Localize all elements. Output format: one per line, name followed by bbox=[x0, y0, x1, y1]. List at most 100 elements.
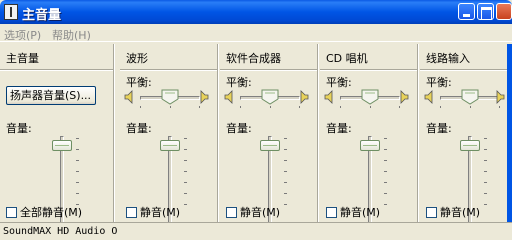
channel-master: 主音量 扬声器音量(S)... 音量: 全部静音(M) bbox=[0, 44, 114, 232]
slider-thumb[interactable] bbox=[52, 140, 72, 152]
speaker-right-icon bbox=[493, 90, 505, 104]
slider-thumb[interactable] bbox=[361, 89, 379, 105]
slider-thumb[interactable] bbox=[160, 140, 180, 152]
slider-thumb[interactable] bbox=[460, 140, 480, 152]
volume-label: 音量: bbox=[426, 122, 452, 135]
tick bbox=[384, 182, 387, 183]
speaker-left-icon bbox=[324, 90, 336, 104]
slider-thumb[interactable] bbox=[261, 89, 279, 105]
menu-options[interactable]: 选项(P) bbox=[4, 27, 41, 43]
balance-slider[interactable] bbox=[240, 88, 300, 108]
divider bbox=[420, 69, 507, 70]
tick bbox=[76, 171, 79, 172]
balance-slider[interactable] bbox=[340, 88, 400, 108]
tick bbox=[284, 149, 287, 150]
slider-thumb[interactable] bbox=[260, 140, 280, 152]
speaker-right-icon bbox=[397, 90, 409, 104]
tick bbox=[76, 149, 79, 150]
title-bar[interactable]: 主音量 bbox=[0, 0, 512, 24]
divider bbox=[120, 69, 217, 70]
volume-ticks bbox=[384, 138, 388, 230]
balance-ticks bbox=[440, 106, 500, 109]
balance-slider[interactable] bbox=[440, 88, 500, 108]
channel-title: 主音量 bbox=[6, 52, 39, 65]
mute-label: 静音(M) bbox=[340, 206, 381, 219]
mute-checkbox[interactable]: 静音(M) bbox=[426, 204, 480, 220]
tick bbox=[484, 204, 487, 205]
slider-thumb[interactable] bbox=[161, 89, 179, 105]
tick bbox=[170, 106, 171, 108]
channel-software-synth: 软件合成器 平衡: 音量: 静音(M) bbox=[220, 44, 318, 232]
tick bbox=[384, 149, 387, 150]
maximize-button[interactable] bbox=[477, 3, 494, 20]
channel-title: 软件合成器 bbox=[226, 52, 281, 65]
volume-label: 音量: bbox=[326, 122, 352, 135]
tick bbox=[340, 106, 341, 108]
divider bbox=[320, 69, 417, 70]
tick bbox=[484, 138, 487, 139]
volume-control-icon bbox=[4, 4, 18, 20]
balance-slider[interactable] bbox=[140, 88, 200, 108]
tick bbox=[284, 171, 287, 172]
tick bbox=[284, 182, 287, 183]
tick bbox=[184, 149, 187, 150]
volume-label: 音量: bbox=[126, 122, 152, 135]
checkbox-box[interactable] bbox=[6, 206, 17, 218]
checkbox-box[interactable] bbox=[426, 206, 437, 218]
balance-ticks bbox=[140, 106, 200, 109]
tick bbox=[184, 171, 187, 172]
tick bbox=[384, 193, 387, 194]
volume-ticks bbox=[484, 138, 488, 230]
status-bar: SoundMAX HD Audio O bbox=[0, 222, 512, 240]
device-name: SoundMAX HD Audio O bbox=[3, 226, 118, 237]
divider bbox=[0, 69, 113, 70]
menu-help[interactable]: 帮助(H) bbox=[52, 27, 91, 43]
slider-thumb[interactable] bbox=[360, 140, 380, 152]
balance-ticks bbox=[240, 106, 300, 109]
tick bbox=[499, 106, 500, 108]
tick bbox=[76, 193, 79, 194]
tick bbox=[484, 171, 487, 172]
tick bbox=[184, 160, 187, 161]
tick bbox=[76, 160, 79, 161]
channel-title: CD 唱机 bbox=[326, 52, 368, 65]
tick bbox=[440, 106, 441, 108]
mute-label: 静音(M) bbox=[240, 206, 281, 219]
slider-thumb[interactable] bbox=[461, 89, 479, 105]
mute-checkbox[interactable]: 静音(M) bbox=[226, 204, 280, 220]
close-button[interactable] bbox=[496, 3, 512, 20]
mute-all-label: 全部静音(M) bbox=[20, 206, 83, 219]
tick bbox=[370, 106, 371, 108]
tick bbox=[384, 204, 387, 205]
tick bbox=[184, 138, 187, 139]
window-frame-right bbox=[507, 44, 512, 222]
tick bbox=[184, 182, 187, 183]
tick bbox=[284, 138, 287, 139]
tick bbox=[240, 106, 241, 108]
speaker-left-icon bbox=[124, 90, 136, 104]
tick bbox=[484, 149, 487, 150]
window-title: 主音量 bbox=[22, 8, 62, 23]
tick bbox=[384, 160, 387, 161]
speaker-right-icon bbox=[297, 90, 309, 104]
mute-all-checkbox[interactable]: 全部静音(M) bbox=[6, 204, 82, 220]
tick bbox=[470, 106, 471, 108]
balance-ticks bbox=[340, 106, 400, 109]
mute-checkbox[interactable]: 静音(M) bbox=[126, 204, 180, 220]
channel-line-in: 线路输入 平衡: 音量: 静音(M) bbox=[420, 44, 507, 232]
checkbox-box[interactable] bbox=[226, 206, 237, 218]
tick bbox=[284, 193, 287, 194]
volume-label: 音量: bbox=[6, 122, 32, 135]
mute-label: 静音(M) bbox=[140, 206, 181, 219]
tick bbox=[284, 204, 287, 205]
minimize-button[interactable] bbox=[458, 3, 475, 20]
speaker-volume-button[interactable]: 扬声器音量(S)... bbox=[6, 86, 96, 105]
volume-label: 音量: bbox=[226, 122, 252, 135]
channel-title: 波形 bbox=[126, 52, 148, 65]
tick bbox=[184, 204, 187, 205]
mute-checkbox[interactable]: 静音(M) bbox=[326, 204, 380, 220]
tick bbox=[484, 193, 487, 194]
checkbox-box[interactable] bbox=[326, 206, 337, 218]
checkbox-box[interactable] bbox=[126, 206, 137, 218]
channel-wave: 波形 平衡: 音量: 静音(M) bbox=[120, 44, 218, 232]
